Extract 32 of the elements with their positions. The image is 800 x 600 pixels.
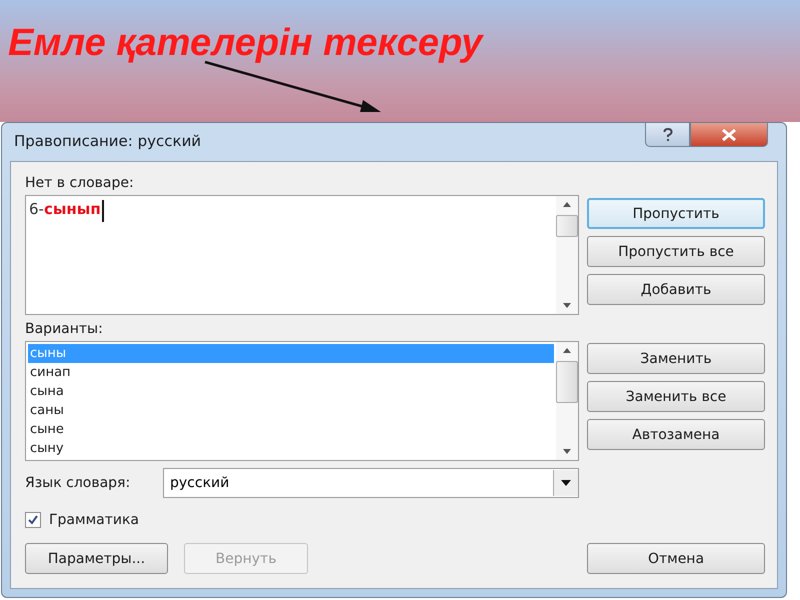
replace-button[interactable]: Заменить bbox=[587, 343, 765, 374]
suggestion-item[interactable]: сыне bbox=[28, 420, 554, 439]
text-area[interactable]: 6-сынып bbox=[25, 195, 579, 315]
suggestion-item[interactable]: саны bbox=[28, 401, 554, 420]
field-label: Язык словаря: bbox=[25, 475, 132, 491]
checkbox[interactable] bbox=[25, 512, 41, 528]
slide-title: Емле қателерін тексеру bbox=[8, 22, 482, 65]
field-label: Варианты: bbox=[25, 321, 104, 337]
window-title: Правописание: русский bbox=[14, 132, 202, 150]
close-icon bbox=[721, 128, 737, 140]
autocorrect-button[interactable]: Автозамена bbox=[587, 419, 765, 450]
field-text: 6- bbox=[29, 200, 44, 218]
add-button[interactable]: Добавить bbox=[587, 274, 765, 305]
help-button[interactable] bbox=[645, 123, 690, 147]
suggestion-item[interactable]: сыну bbox=[28, 439, 554, 458]
skip-button[interactable]: Пропустить все bbox=[587, 236, 765, 267]
misspelled-word: сынып bbox=[44, 200, 101, 218]
options-button[interactable]: Параметры... bbox=[25, 543, 168, 574]
replace-button[interactable]: Заменить все bbox=[587, 381, 765, 412]
field-label: Нет в словаре: bbox=[25, 175, 135, 191]
scroll-bar[interactable] bbox=[556, 196, 578, 314]
language-dropdown[interactable]: русский bbox=[163, 468, 579, 498]
close-button[interactable] bbox=[690, 123, 768, 147]
caret-icon bbox=[561, 480, 571, 486]
suggestion-item[interactable]: синап bbox=[28, 363, 554, 382]
cancel-button[interactable]: Отмена bbox=[587, 543, 765, 574]
skip-button[interactable]: Пропустить bbox=[587, 198, 765, 229]
scroll-bar[interactable] bbox=[556, 342, 578, 460]
text-cursor bbox=[102, 200, 104, 222]
help-icon bbox=[662, 128, 672, 142]
checkbox-label: Грамматика bbox=[49, 512, 139, 528]
suggestion-item[interactable]: сына bbox=[28, 382, 554, 401]
